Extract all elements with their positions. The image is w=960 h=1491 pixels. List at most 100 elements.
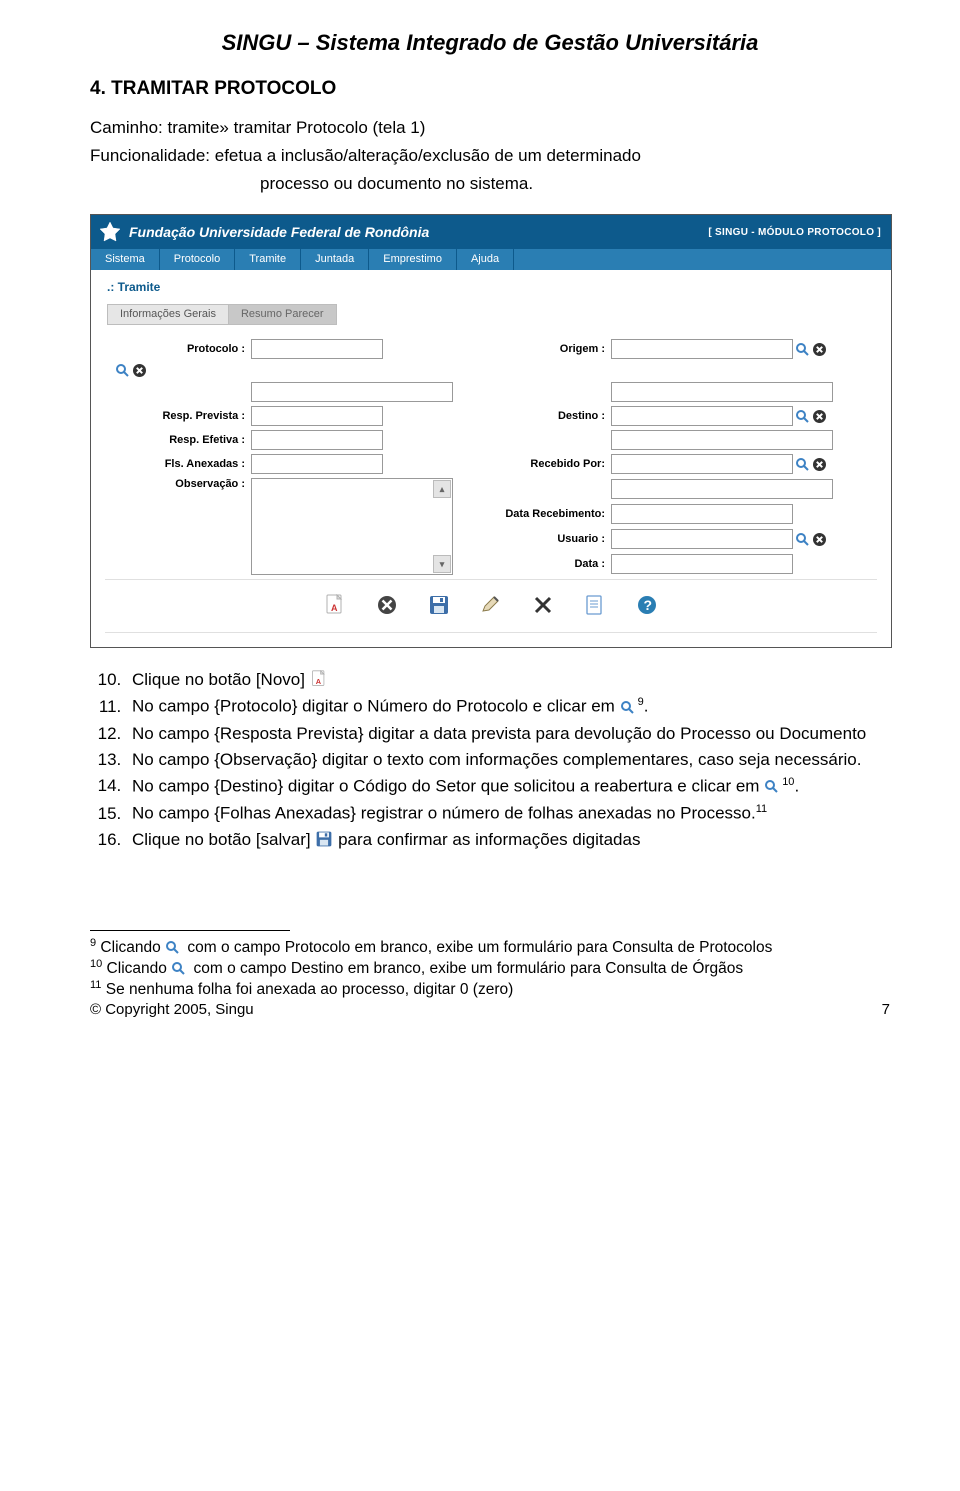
help-button[interactable] bbox=[636, 594, 658, 616]
delete-button[interactable] bbox=[532, 594, 554, 616]
toolbar bbox=[91, 580, 891, 632]
label-resp-prevista: Resp. Prevista : bbox=[111, 410, 251, 422]
label-observacao: Observação : bbox=[111, 478, 251, 490]
app-header-badge: [ SINGU - MÓDULO PROTOCOLO ] bbox=[708, 227, 881, 238]
search-icon[interactable] bbox=[795, 409, 810, 424]
section-heading: 4. TRAMITAR PROTOCOLO bbox=[90, 78, 890, 100]
footnote: 11 Se nenhuma folha foi anexada ao proce… bbox=[90, 979, 890, 999]
menu-tramite[interactable]: Tramite bbox=[235, 249, 301, 270]
input-resp-prevista[interactable] bbox=[251, 406, 383, 426]
instruction-list: Clique no botão [Novo] No campo {Protoco… bbox=[90, 670, 890, 850]
label-origem: Origem : bbox=[451, 343, 611, 355]
app-header-title: Fundação Universidade Federal de Rondôni… bbox=[129, 224, 708, 240]
new-button[interactable] bbox=[324, 594, 346, 616]
label-data: Data : bbox=[451, 558, 611, 570]
doc-title: SINGU – Sistema Integrado de Gestão Univ… bbox=[90, 30, 890, 56]
instruction-item: No campo {Protocolo} digitar o Número do… bbox=[126, 696, 890, 718]
app-window: Fundação Universidade Federal de Rondôni… bbox=[90, 214, 892, 648]
clear-icon[interactable] bbox=[812, 457, 827, 472]
input-origem-code[interactable] bbox=[611, 339, 793, 359]
footnote-ref: 11 bbox=[756, 803, 767, 815]
footnote-num: 10 bbox=[90, 958, 102, 970]
instruction-text: . bbox=[644, 697, 649, 716]
tabs-row: Informações Gerais Resumo Parecer bbox=[107, 304, 891, 325]
footer: © Copyright 2005, Singu 7 bbox=[90, 1001, 890, 1018]
input-origem-desc[interactable] bbox=[611, 382, 833, 402]
funcionalidade-text: Funcionalidade: efetua a inclusão/altera… bbox=[90, 146, 890, 166]
footnote-text: Se nenhuma folha foi anexada ao processo… bbox=[101, 981, 513, 998]
instruction-text: Clique no botão [salvar] bbox=[132, 830, 315, 849]
input-protocolo[interactable] bbox=[251, 339, 383, 359]
label-recebido-por: Recebido Por: bbox=[451, 458, 611, 470]
instruction-item: No campo {Resposta Prevista} digitar a d… bbox=[126, 724, 890, 744]
form-area: Protocolo : Origem : Resp. Prev bbox=[91, 331, 891, 579]
instruction-text: No campo {Destino} digitar o Código do S… bbox=[132, 776, 764, 795]
input-recebido-desc[interactable] bbox=[611, 479, 833, 499]
doc-button[interactable] bbox=[584, 594, 606, 616]
textarea-observacao[interactable]: ▴ ▾ bbox=[251, 478, 453, 575]
input-usuario[interactable] bbox=[611, 529, 793, 549]
search-icon[interactable] bbox=[115, 363, 130, 378]
instruction-item: No campo {Folhas Anexadas} registrar o n… bbox=[126, 803, 890, 824]
footnotes-separator bbox=[90, 930, 290, 931]
footnote-text: Clicando bbox=[96, 939, 165, 956]
input-destino-code[interactable] bbox=[611, 406, 793, 426]
new-icon bbox=[310, 670, 328, 688]
footnote-text: Clicando bbox=[102, 960, 171, 977]
search-icon bbox=[165, 940, 183, 958]
instruction-item: Clique no botão [salvar] para confirmar … bbox=[126, 830, 890, 850]
footnote-ref: 10 bbox=[782, 776, 794, 788]
search-icon bbox=[620, 700, 638, 718]
clear-icon[interactable] bbox=[812, 532, 827, 547]
input-data-recebimento[interactable] bbox=[611, 504, 793, 524]
label-data-recebimento: Data Recebimento: bbox=[451, 508, 611, 520]
label-destino: Destino : bbox=[451, 410, 611, 422]
save-icon bbox=[315, 830, 333, 848]
input-protocolo-desc[interactable] bbox=[251, 382, 453, 402]
label-fls-anexadas: Fls. Anexadas : bbox=[111, 458, 251, 470]
footnote-text: com o campo Protocolo em branco, exibe u… bbox=[183, 939, 772, 956]
search-icon[interactable] bbox=[795, 532, 810, 547]
input-destino-desc[interactable] bbox=[611, 430, 833, 450]
clear-icon[interactable] bbox=[132, 363, 147, 378]
input-fls-anexadas[interactable] bbox=[251, 454, 383, 474]
menu-ajuda[interactable]: Ajuda bbox=[457, 249, 514, 270]
instruction-text: No campo {Protocolo} digitar o Número do… bbox=[132, 697, 620, 716]
app-menu: Sistema Protocolo Tramite Juntada Empres… bbox=[91, 249, 891, 270]
search-icon bbox=[764, 779, 782, 797]
label-usuario: Usuario : bbox=[451, 533, 611, 545]
menu-protocolo[interactable]: Protocolo bbox=[160, 249, 235, 270]
page-number: 7 bbox=[882, 1001, 890, 1018]
edit-button[interactable] bbox=[480, 594, 502, 616]
scroll-down-icon[interactable]: ▾ bbox=[433, 555, 451, 573]
menu-sistema[interactable]: Sistema bbox=[91, 249, 160, 270]
instruction-item: No campo {Observação} digitar o texto co… bbox=[126, 750, 890, 770]
label-protocolo: Protocolo : bbox=[111, 343, 251, 355]
search-icon bbox=[171, 961, 189, 979]
search-icon[interactable] bbox=[795, 342, 810, 357]
input-resp-efetiva[interactable] bbox=[251, 430, 383, 450]
input-data[interactable] bbox=[611, 554, 793, 574]
app-header: Fundação Universidade Federal de Rondôni… bbox=[91, 215, 891, 249]
menu-juntada[interactable]: Juntada bbox=[301, 249, 369, 270]
search-icon[interactable] bbox=[795, 457, 810, 472]
menu-emprestimo[interactable]: Emprestimo bbox=[369, 249, 457, 270]
input-recebido-code[interactable] bbox=[611, 454, 793, 474]
caminho-text: Caminho: tramite» tramitar Protocolo (te… bbox=[90, 118, 890, 138]
footnote: 9 Clicando com o campo Protocolo em bran… bbox=[90, 937, 890, 958]
save-button[interactable] bbox=[428, 594, 450, 616]
app-logo-icon bbox=[99, 221, 121, 243]
tab-informacoes-gerais[interactable]: Informações Gerais bbox=[107, 304, 229, 325]
footnote-text: com o campo Destino em branco, exibe um … bbox=[189, 960, 743, 977]
tab-resumo-parecer[interactable]: Resumo Parecer bbox=[228, 304, 337, 325]
clear-icon[interactable] bbox=[812, 342, 827, 357]
scroll-up-icon[interactable]: ▴ bbox=[433, 480, 451, 498]
instruction-text: No campo {Folhas Anexadas} registrar o n… bbox=[132, 804, 756, 823]
section-label: .: Tramite bbox=[91, 270, 891, 304]
instruction-item: Clique no botão [Novo] bbox=[126, 670, 890, 690]
instruction-item: No campo {Destino} digitar o Código do S… bbox=[126, 776, 890, 798]
cancel-button[interactable] bbox=[376, 594, 398, 616]
clear-icon[interactable] bbox=[812, 409, 827, 424]
footnote-num: 11 bbox=[90, 979, 101, 991]
footnotes: 9 Clicando com o campo Protocolo em bran… bbox=[90, 937, 890, 999]
